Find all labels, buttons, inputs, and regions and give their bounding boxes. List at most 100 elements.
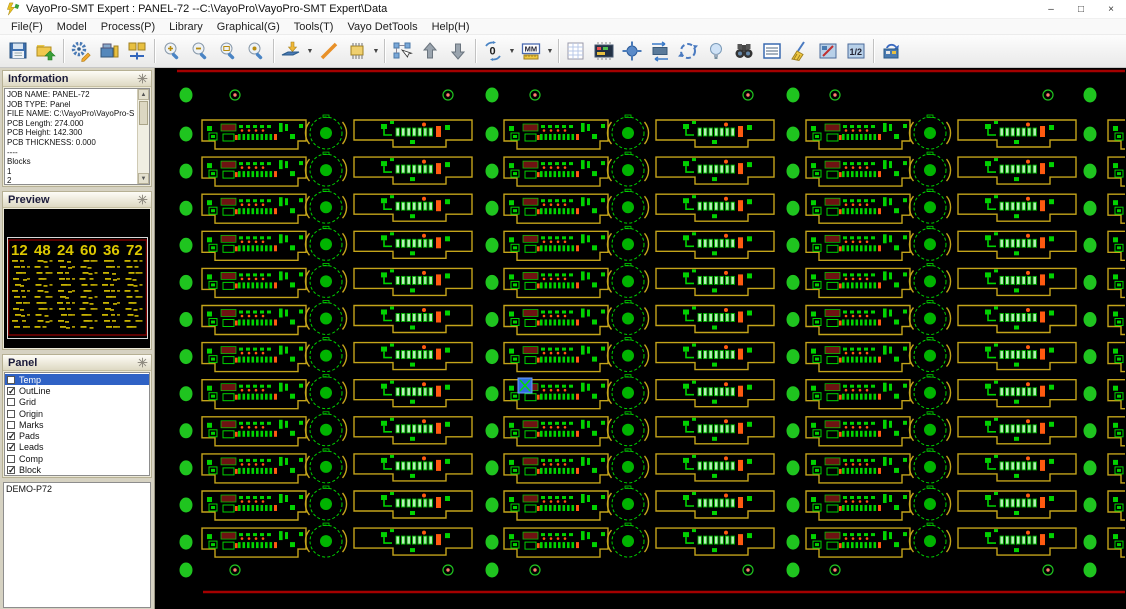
tooling-hole[interactable] [486,88,499,103]
minimize-button[interactable]: – [1036,0,1066,18]
pin-icon[interactable] [137,73,148,84]
selected-component[interactable] [518,378,532,393]
tooling-hole[interactable] [180,349,193,364]
tooling-hole[interactable] [787,349,800,364]
menu-item-model[interactable]: Model [50,19,94,35]
tooling-hole[interactable] [787,164,800,179]
board-half-1-button[interactable] [814,37,842,65]
pin-icon[interactable] [137,357,148,368]
flip-layer-button[interactable] [277,37,305,65]
zoom-in-button[interactable] [158,37,186,65]
board-size-button[interactable] [646,37,674,65]
job-item-demo-p72[interactable]: DEMO-P72 [6,484,148,494]
checkbox-pads[interactable] [7,432,15,440]
preview-thumbnail[interactable]: 124824603672 [7,237,148,339]
tooling-hole[interactable] [180,498,193,513]
tooling-hole[interactable] [486,563,499,578]
export-machine-button[interactable] [877,37,905,65]
tooling-hole[interactable] [1084,349,1097,364]
checkbox-comp[interactable] [7,455,15,463]
tooling-hole[interactable] [180,460,193,475]
layer-item-comp[interactable]: Comp [5,453,149,464]
tooling-hole[interactable] [1084,88,1097,103]
layer-item-leads[interactable]: Leads [5,442,149,453]
tooling-hole[interactable] [486,275,499,290]
board-view-button[interactable] [590,37,618,65]
move-down-button[interactable] [444,37,472,65]
checkbox-temp[interactable] [7,376,15,384]
units-mm-dropdown-icon[interactable]: ▼ [545,37,555,65]
tooling-hole[interactable] [787,312,800,327]
zoom-window-button[interactable] [214,37,242,65]
tooling-hole[interactable] [787,386,800,401]
tooling-hole[interactable] [486,460,499,475]
units-mm-button[interactable]: MM [517,37,545,65]
checkbox-block[interactable] [7,466,15,474]
tooling-hole[interactable] [486,386,499,401]
zoom-fit-button[interactable] [242,37,270,65]
draw-line-button[interactable] [315,37,343,65]
rotate-board-button[interactable] [674,37,702,65]
maximize-button[interactable]: □ [1066,0,1096,18]
tooling-hole[interactable] [787,498,800,513]
tooling-hole[interactable] [1084,498,1097,513]
find-button[interactable] [730,37,758,65]
tooling-hole[interactable] [486,498,499,513]
pcb-canvas[interactable] [155,68,1126,609]
menu-item-help-h[interactable]: Help(H) [425,19,477,35]
tooling-hole[interactable] [180,423,193,438]
tooling-hole[interactable] [787,460,800,475]
rotate-angle-button[interactable]: 0 [479,37,507,65]
tooling-hole[interactable] [787,88,800,103]
tooling-hole[interactable] [486,127,499,142]
tooling-hole[interactable] [1084,164,1097,179]
tooling-hole[interactable] [180,164,193,179]
move-up-button[interactable] [416,37,444,65]
layer-item-block[interactable]: Block [5,464,149,475]
menu-item-file-f[interactable]: File(F) [4,19,50,35]
tooling-hole[interactable] [1084,127,1097,142]
scroll-up-icon[interactable]: ▲ [138,89,149,100]
component-split-button[interactable] [123,37,151,65]
layer-item-outline[interactable]: OutLine [5,385,149,396]
tooling-hole[interactable] [787,201,800,216]
layer-item-origin[interactable]: Origin [5,408,149,419]
align-button[interactable] [388,37,416,65]
tooling-hole[interactable] [180,275,193,290]
feeder-button[interactable] [95,37,123,65]
rotate-angle-dropdown-icon[interactable]: ▼ [507,37,517,65]
tooling-hole[interactable] [1084,386,1097,401]
gear-edit-button[interactable] [67,37,95,65]
list-form-button[interactable] [758,37,786,65]
zoom-out-button[interactable] [186,37,214,65]
tooling-hole[interactable] [787,275,800,290]
layer-item-pads[interactable]: Pads [5,430,149,441]
center-origin-button[interactable] [618,37,646,65]
tooling-hole[interactable] [1084,238,1097,253]
tooling-hole[interactable] [1084,460,1097,475]
menu-item-process-p[interactable]: Process(P) [94,19,162,35]
grid-sheet-button[interactable] [562,37,590,65]
highlight-button[interactable] [702,37,730,65]
import-button[interactable] [32,37,60,65]
layer-item-temp[interactable]: Temp [5,374,149,385]
clean-button[interactable] [786,37,814,65]
tooling-hole[interactable] [486,312,499,327]
component-dropdown-icon[interactable]: ▼ [371,37,381,65]
tooling-hole[interactable] [1084,423,1097,438]
information-scrollbar[interactable]: ▲ ▼ [137,89,149,184]
tooling-hole[interactable] [1084,312,1097,327]
menu-item-tools-t[interactable]: Tools(T) [287,19,341,35]
checkbox-leads[interactable] [7,443,15,451]
tooling-hole[interactable] [180,563,193,578]
tooling-hole[interactable] [180,535,193,550]
checkbox-grid[interactable] [7,398,15,406]
tooling-hole[interactable] [486,164,499,179]
tooling-hole[interactable] [787,423,800,438]
tooling-hole[interactable] [180,238,193,253]
layer-item-marks[interactable]: Marks [5,419,149,430]
tooling-hole[interactable] [180,88,193,103]
tooling-hole[interactable] [1084,275,1097,290]
tooling-hole[interactable] [787,238,800,253]
flip-layer-dropdown-icon[interactable]: ▼ [305,37,315,65]
